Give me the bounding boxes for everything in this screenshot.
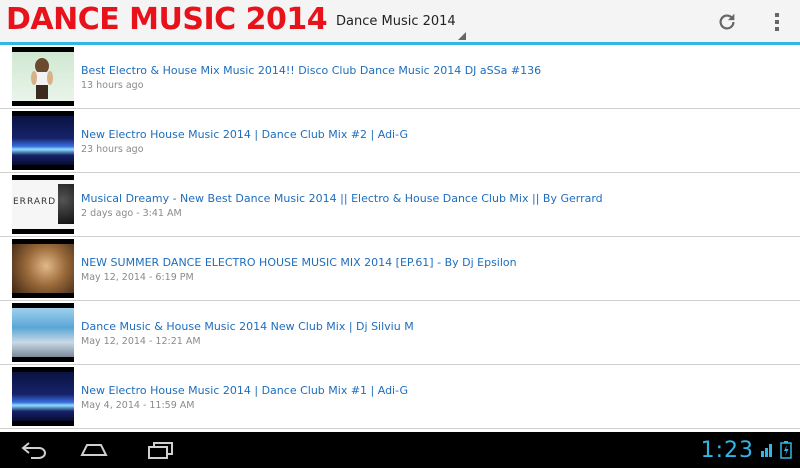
refresh-button[interactable] xyxy=(710,6,744,38)
action-bar: DANCE MUSIC 2014 Dance Music 2014 xyxy=(0,0,800,43)
video-thumbnail: ERRARD xyxy=(12,175,74,234)
video-thumbnail xyxy=(12,367,74,426)
video-meta: 23 hours ago xyxy=(81,144,144,155)
video-thumbnail xyxy=(12,47,74,106)
playlist-spinner[interactable]: Dance Music 2014 xyxy=(330,0,470,43)
recent-apps-button[interactable] xyxy=(136,438,184,462)
list-item[interactable]: Best Electro & House Mix Music 2014!! Di… xyxy=(0,45,800,109)
video-title[interactable]: Best Electro & House Mix Music 2014!! Di… xyxy=(81,64,541,77)
video-thumbnail xyxy=(12,111,74,170)
video-title[interactable]: New Electro House Music 2014 | Dance Clu… xyxy=(81,384,408,397)
list-item[interactable]: NEW SUMMER DANCE ELECTRO HOUSE MUSIC MIX… xyxy=(0,237,800,301)
overflow-menu-icon xyxy=(775,13,779,31)
list-item[interactable]: New Electro House Music 2014 | Dance Clu… xyxy=(0,109,800,173)
system-navigation-bar: 1:23 xyxy=(0,432,800,468)
video-thumbnail xyxy=(12,239,74,298)
clock: 1:23 xyxy=(700,437,754,463)
thumbnail-text: ERRARD xyxy=(13,197,57,207)
video-meta: May 12, 2014 - 6:19 PM xyxy=(81,272,194,283)
list-item[interactable]: ERRARD Musical Dreamy - New Best Dance M… xyxy=(0,173,800,237)
video-meta: 2 days ago - 3:41 AM xyxy=(81,208,182,219)
video-thumbnail xyxy=(12,303,74,362)
video-list[interactable]: Best Electro & House Mix Music 2014!! Di… xyxy=(0,45,800,432)
video-title[interactable]: Musical Dreamy - New Best Dance Music 20… xyxy=(81,192,603,205)
battery-icon xyxy=(780,441,792,459)
refresh-icon xyxy=(719,13,735,30)
signal-icon xyxy=(761,444,772,457)
video-meta: May 12, 2014 - 12:21 AM xyxy=(81,336,201,347)
video-meta: May 4, 2014 - 11:59 AM xyxy=(81,400,195,411)
video-title[interactable]: New Electro House Music 2014 | Dance Clu… xyxy=(81,128,408,141)
video-meta: 13 hours ago xyxy=(81,80,144,91)
status-area[interactable]: 1:23 xyxy=(701,436,792,464)
playlist-spinner-label: Dance Music 2014 xyxy=(336,14,456,29)
list-item[interactable]: New Electro House Music 2014 | Dance Clu… xyxy=(0,365,800,429)
list-item[interactable]: Dance Music & House Music 2014 New Club … xyxy=(0,301,800,365)
back-icon xyxy=(21,442,46,459)
video-title[interactable]: NEW SUMMER DANCE ELECTRO HOUSE MUSIC MIX… xyxy=(81,256,517,269)
app-logo: DANCE MUSIC 2014 xyxy=(6,2,328,37)
spinner-caret-icon xyxy=(458,32,466,40)
overflow-menu-button[interactable] xyxy=(760,6,794,38)
home-icon xyxy=(80,444,108,456)
back-button[interactable] xyxy=(10,438,58,462)
home-button[interactable] xyxy=(70,438,118,462)
video-title[interactable]: Dance Music & House Music 2014 New Club … xyxy=(81,320,414,333)
recent-apps-icon xyxy=(148,442,173,459)
